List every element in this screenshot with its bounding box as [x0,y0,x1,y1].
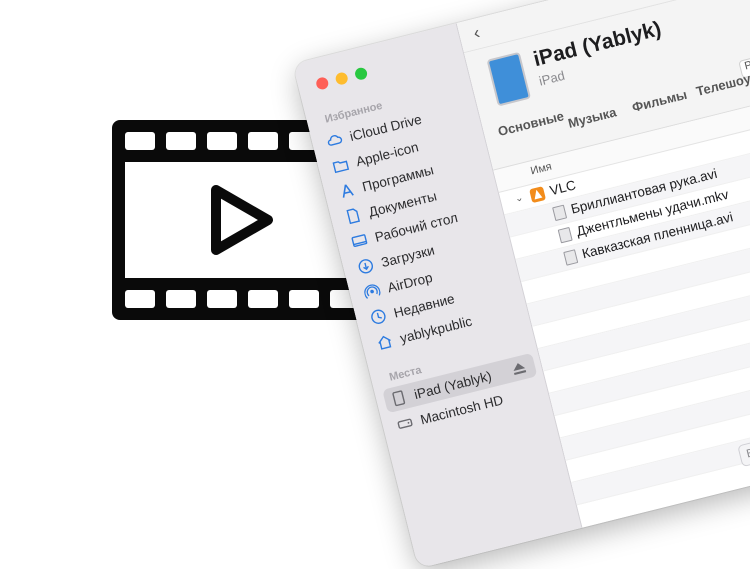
close-button[interactable] [315,76,330,91]
folder-icon [332,160,350,174]
minimize-button[interactable] [334,71,349,86]
window-controls [315,66,369,91]
airdrop-icon [364,284,381,299]
tab-tv-shows[interactable]: Телешоу [695,71,750,99]
back-chevron-icon[interactable]: ‹ [471,22,482,44]
ipad-icon [392,390,406,407]
sidebar-item-label: AirDrop [385,269,434,295]
video-file-icon [557,226,573,243]
column-name-label[interactable]: Имя [529,161,553,178]
clock-icon [371,309,386,324]
download-icon [358,259,374,274]
home-icon [378,335,392,350]
eject-icon[interactable] [509,359,528,378]
cloud-icon [327,135,343,146]
finder-window: Избранное iCloud Drive Apple-icon Програ… [292,0,750,569]
apps-icon [342,184,354,198]
vlc-icon [528,185,546,203]
tab-movies[interactable]: Фильмы [631,87,689,115]
video-file-icon [551,204,568,221]
disk-icon [397,418,413,429]
desktop-icon [351,234,368,248]
app-name: VLC [548,177,578,199]
disclosure-chevron-icon[interactable]: ⌄ [514,192,526,205]
document-icon [346,208,361,225]
video-file-icon [563,248,579,266]
ipad-device-icon [486,51,532,107]
tab-music[interactable]: Музыка [566,104,617,130]
zoom-button[interactable] [353,66,369,82]
